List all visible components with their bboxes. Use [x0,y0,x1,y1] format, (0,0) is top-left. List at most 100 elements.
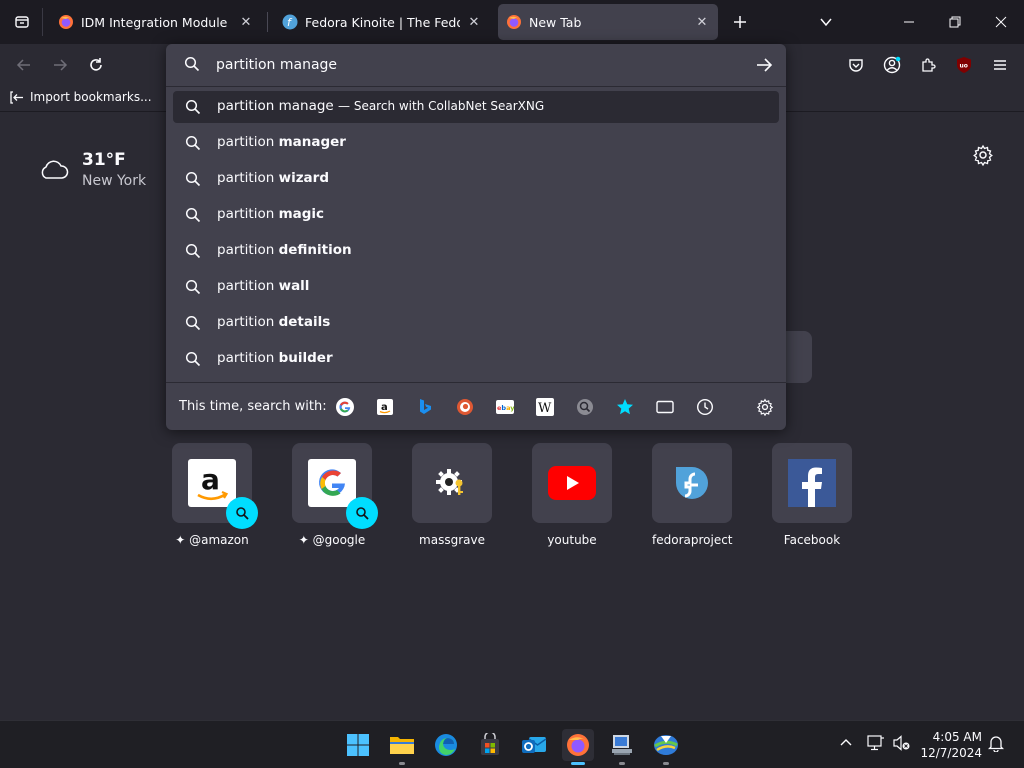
weather-widget[interactable]: 31°F New York [38,150,146,189]
suggestion-completion: details [278,314,331,330]
firefox-view-button[interactable] [4,4,40,40]
cloud-icon [41,160,69,179]
one-off-label: This time, search with: [179,399,327,414]
firefox-view-icon [15,16,29,28]
amazon-icon: a [377,399,393,415]
top-site-facebook[interactable]: Facebook [772,443,852,547]
urlbar-suggestion[interactable]: partition definition [173,235,779,267]
google-engine-button[interactable] [335,397,355,417]
taskbar-file-explorer[interactable] [386,729,418,765]
urlbar [166,44,786,86]
search-settings-button[interactable] [755,397,775,417]
ublock-origin-button[interactable]: uo [950,51,978,79]
taskbar-idm[interactable] [650,729,682,765]
firefox-icon [59,15,73,29]
amazon-icon: a [188,459,236,507]
urlbar-suggestion[interactable]: partition magic [173,199,779,231]
tab-strip: IDM Integration Module – Get t ✕ f Fedor… [0,0,1024,44]
clock-date: 12/7/2024 [920,746,982,760]
suggestion-completion: magic [278,206,325,222]
tab-new-tab[interactable]: New Tab ✕ [498,4,718,40]
pocket-button[interactable] [842,51,870,79]
tab-fedora[interactable]: f Fedora Kinoite | The Fedora Pro ✕ [274,4,490,40]
firefox-icon [507,15,521,29]
tray-network[interactable] [866,733,886,753]
taskbar-microsoft-store[interactable] [474,729,506,761]
ublock-origin-icon: uo [957,57,971,73]
network-icon [867,735,884,751]
top-site-label: Facebook [783,533,841,547]
close-icon[interactable]: ✕ [694,14,710,30]
duckduckgo-engine-button[interactable] [455,397,475,417]
start-button[interactable] [342,729,374,761]
top-site-fedoraproject[interactable]: fedoraproject [652,443,733,547]
urlbar-divider [166,86,786,87]
personalize-gear-icon[interactable] [972,144,994,166]
account-button[interactable] [878,51,906,79]
history-engine-button[interactable] [695,397,715,417]
taskbar-clock[interactable]: 4:05 AM 12/7/2024 [920,729,982,761]
urlbar-suggestion[interactable]: partition manager [173,127,779,159]
bookmarks-engine-button[interactable] [615,397,635,417]
import-bookmarks-button[interactable]: Import bookmarks... [10,90,152,104]
urlbar-suggestion[interactable]: partition details [173,307,779,339]
edge-icon [435,734,457,756]
notifications-button[interactable] [986,733,1006,753]
close-icon[interactable]: ✕ [466,14,482,30]
search-icon [185,207,201,223]
urlbar-suggestion[interactable]: partition builder [173,343,779,375]
outlook-icon [522,737,547,753]
reload-icon [90,58,102,71]
back-button[interactable] [10,51,38,79]
tab-title: IDM Integration Module – Get t [81,14,232,30]
bing-engine-button[interactable] [415,397,435,417]
close-window-button[interactable] [978,0,1024,44]
tabs-engine-button[interactable] [655,397,675,417]
chevron-up-icon [840,739,852,746]
new-tab-button[interactable] [726,8,754,36]
search-shortcut-badge [226,497,258,529]
top-site-google[interactable]: ✦ @google [292,443,378,547]
account-icon [883,56,901,74]
window-controls [886,0,1024,44]
minimize-button[interactable] [886,0,932,44]
top-site-amazon[interactable]: a ✦ @amazon [172,443,258,547]
suggestion-prefix: partition [217,134,279,150]
windows-start-icon [347,734,369,756]
top-site-youtube[interactable]: youtube [532,443,612,547]
close-icon[interactable]: ✕ [238,14,254,30]
urlbar-input[interactable] [216,54,716,76]
bell-icon [988,736,1004,752]
one-off-search-buttons: This time, search with: a ebay W [166,384,786,430]
show-hidden-icons-button[interactable] [836,733,856,753]
taskbar-remote-desktop[interactable] [606,729,638,765]
firefox-icon [567,734,589,756]
running-indicator [663,762,669,765]
wikipedia-engine-button[interactable]: W [535,397,555,417]
close-icon [995,16,1007,28]
tray-volume[interactable] [892,733,912,753]
search-icon [185,243,201,259]
taskbar-edge[interactable] [430,729,462,761]
ebay-engine-button[interactable]: ebay [495,397,515,417]
restore-button[interactable] [932,0,978,44]
urlbar-suggestion[interactable]: partition wizard [173,163,779,195]
list-all-tabs-button[interactable] [812,8,840,36]
google-icon [308,459,356,507]
urlbar-result-search[interactable]: partition manage — Search with CollabNet… [173,91,779,123]
arrow-right-icon [54,59,68,71]
tab-idm[interactable]: IDM Integration Module – Get t ✕ [50,4,262,40]
urlbar-results-panel: partition manage — Search with CollabNet… [166,44,786,430]
top-site-massgrave[interactable]: massgrave [412,443,492,547]
taskbar-firefox[interactable] [562,729,594,765]
reload-button[interactable] [82,51,110,79]
extensions-button[interactable] [914,51,942,79]
import-icon [10,91,23,104]
forward-button[interactable] [46,51,74,79]
amazon-engine-button[interactable]: a [375,397,395,417]
app-menu-button[interactable] [986,51,1014,79]
taskbar-outlook[interactable] [518,729,550,761]
searxng-engine-button[interactable] [575,397,595,417]
go-arrow-icon[interactable] [754,55,774,75]
urlbar-suggestion[interactable]: partition wall [173,271,779,303]
